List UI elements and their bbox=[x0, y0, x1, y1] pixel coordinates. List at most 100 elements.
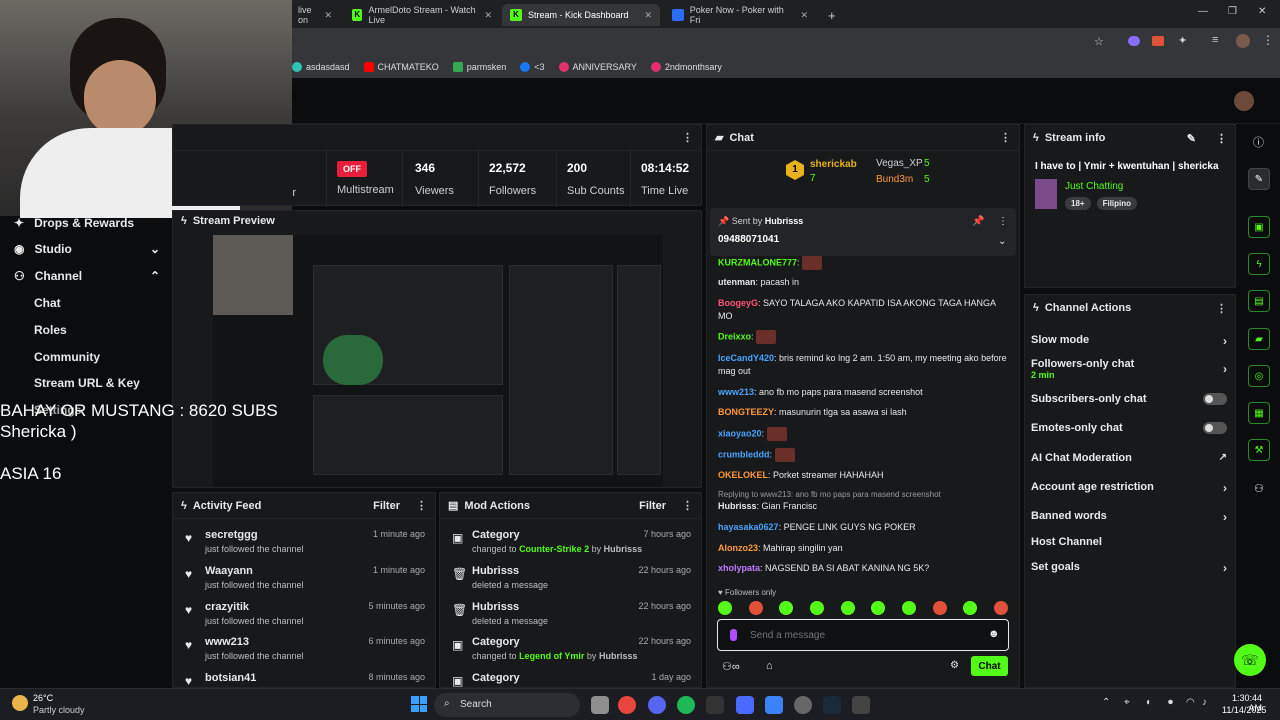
mod-user[interactable]: Hubrisss bbox=[604, 544, 643, 554]
bookmark[interactable]: 2ndmonthsary bbox=[650, 62, 722, 72]
chat-input[interactable] bbox=[750, 627, 970, 643]
windows-start-icon[interactable] bbox=[411, 696, 427, 712]
account-age-row[interactable]: Account age restriction › bbox=[1031, 481, 1227, 495]
activity-user[interactable]: www213 bbox=[205, 636, 249, 648]
more-icon[interactable]: ⋮ bbox=[682, 499, 693, 512]
send-chat-button[interactable]: Chat bbox=[971, 656, 1008, 676]
rail-video-icon[interactable]: ▦ bbox=[1248, 402, 1270, 424]
chat-user[interactable]: OKELOKEL bbox=[718, 470, 768, 480]
filter-button[interactable]: Filter bbox=[639, 500, 666, 512]
emote-icon[interactable] bbox=[748, 601, 763, 615]
emote-icon[interactable] bbox=[963, 601, 978, 615]
activity-user[interactable]: crazyitik bbox=[205, 601, 249, 613]
minimize-icon[interactable]: — bbox=[1198, 6, 1208, 17]
bookmark[interactable]: <3 bbox=[520, 62, 545, 72]
emotes-only-row[interactable]: Emotes-only chat bbox=[1031, 422, 1227, 434]
star-icon[interactable]: ☆ bbox=[1094, 35, 1104, 48]
steam-icon[interactable] bbox=[823, 696, 841, 714]
volume-icon[interactable]: ♪ bbox=[1202, 697, 1207, 708]
chat-user[interactable]: Dreixxo bbox=[718, 331, 751, 341]
bookmark[interactable]: ANNIVERSARY bbox=[558, 62, 637, 72]
task-view-icon[interactable] bbox=[591, 696, 609, 714]
sidebar-item-drops[interactable]: ✦ Drops & Rewards bbox=[14, 216, 134, 230]
user-avatar[interactable] bbox=[1234, 91, 1254, 111]
subscribers-only-toggle[interactable] bbox=[1203, 393, 1227, 405]
edit-layout-icon[interactable]: ✎ bbox=[1248, 168, 1270, 190]
close-icon[interactable]: ✕ bbox=[484, 10, 492, 21]
taskbar-search[interactable]: ⌕ Search bbox=[434, 693, 580, 717]
tag[interactable]: Filipino bbox=[1096, 197, 1138, 210]
bookmark[interactable]: asdasdasd bbox=[292, 62, 350, 72]
leader-name[interactable]: Bund3m bbox=[876, 174, 913, 185]
chat-user[interactable]: www213 bbox=[718, 387, 754, 397]
media-icon[interactable]: ≡ bbox=[1212, 34, 1218, 46]
browser-tab[interactable]: Poker Now - Poker with Fri ✕ bbox=[664, 4, 816, 26]
wifi-icon[interactable]: ◠ bbox=[1186, 697, 1195, 708]
browser-tab[interactable]: K ArmelDoto Stream - Watch Live ✕ bbox=[344, 4, 500, 26]
extension-icon[interactable] bbox=[1152, 36, 1164, 46]
tag[interactable]: 18+ bbox=[1065, 197, 1091, 210]
profile-avatar[interactable] bbox=[1236, 34, 1250, 48]
new-tab-button[interactable]: + bbox=[820, 4, 844, 26]
chat-user[interactable]: BONGTEEZY bbox=[718, 407, 774, 417]
chevron-up-icon[interactable]: ⌃ bbox=[1102, 697, 1110, 708]
emoji-icon[interactable]: ☻ bbox=[988, 628, 1000, 640]
category-link[interactable]: Just Chatting bbox=[1065, 181, 1123, 192]
close-icon[interactable]: ✕ bbox=[800, 10, 808, 21]
sidebar-item-community[interactable]: Community bbox=[34, 350, 100, 364]
rail-notes-icon[interactable]: ▤ bbox=[1248, 290, 1270, 312]
chat-user[interactable]: IceCandY420 bbox=[718, 353, 774, 363]
close-window-icon[interactable]: ✕ bbox=[1258, 6, 1266, 17]
emote-icon[interactable] bbox=[779, 601, 794, 615]
activity-user[interactable]: secretggg bbox=[205, 529, 258, 541]
emote-icon[interactable] bbox=[718, 601, 732, 615]
activity-user[interactable]: Waayann bbox=[205, 565, 253, 577]
chat-user[interactable]: Hubrisss bbox=[718, 501, 757, 511]
pinned-message[interactable]: 📌 Sent by Hubrisss 09488071041 📌 ⋮ ⌄ bbox=[710, 208, 1016, 256]
users-icon[interactable]: ⚇∞ bbox=[722, 660, 740, 673]
more-icon[interactable]: ⋮ bbox=[998, 216, 1008, 227]
chat-input-box[interactable]: ☻ bbox=[717, 619, 1009, 651]
close-icon[interactable]: ✕ bbox=[324, 10, 332, 21]
close-icon[interactable]: ✕ bbox=[644, 10, 652, 21]
subscribers-only-row[interactable]: Subscribers-only chat bbox=[1031, 393, 1227, 405]
chevron-down-icon[interactable]: ⌄ bbox=[998, 236, 1006, 247]
chat-user[interactable]: BoogeyG bbox=[718, 298, 758, 308]
browser-tab-active[interactable]: K Stream - Kick Dashboard ✕ bbox=[502, 4, 660, 26]
edit-icon[interactable]: ✎ bbox=[1187, 132, 1196, 145]
host-channel-row[interactable]: Host Channel bbox=[1031, 536, 1227, 548]
obs-icon[interactable] bbox=[794, 696, 812, 714]
slow-mode-row[interactable]: Slow mode › bbox=[1031, 334, 1227, 348]
gear-icon[interactable]: ⚙ bbox=[950, 660, 959, 671]
mod-action-name[interactable]: Hubrisss bbox=[472, 601, 519, 613]
weather-temp[interactable]: 26°C bbox=[33, 693, 53, 703]
more-icon[interactable]: ⋮ bbox=[416, 499, 427, 512]
more-icon[interactable]: ⋮ bbox=[682, 131, 693, 144]
app-tray-icon[interactable]: ◐ bbox=[1146, 697, 1152, 708]
sidebar-item-channel[interactable]: ⚇ Channel ⌃ bbox=[14, 269, 160, 283]
emote-icon[interactable] bbox=[809, 601, 824, 615]
chat-user[interactable]: crumbleddd bbox=[718, 449, 770, 459]
ai-moderation-row[interactable]: AI Chat Moderation ↗ bbox=[1031, 452, 1227, 464]
discord-icon[interactable] bbox=[648, 696, 666, 714]
sidebar-item-stream-url[interactable]: Stream URL & Key bbox=[34, 376, 140, 390]
emotes-only-toggle[interactable] bbox=[1203, 422, 1227, 434]
more-icon[interactable]: ⋮ bbox=[1216, 302, 1227, 315]
sidebar-item-chat[interactable]: Chat bbox=[34, 296, 61, 310]
mod-user[interactable]: Hubrisss bbox=[599, 651, 638, 661]
app-icon[interactable] bbox=[852, 696, 870, 714]
stream-video[interactable] bbox=[213, 235, 663, 487]
emote-icon[interactable] bbox=[871, 601, 886, 615]
leader-name[interactable]: Vegas_XP bbox=[876, 158, 923, 169]
bookmark[interactable]: CHATMATEKO bbox=[363, 62, 439, 72]
spotify-icon[interactable] bbox=[677, 696, 695, 714]
chat-user[interactable]: utenman bbox=[718, 277, 756, 287]
leader-name[interactable]: sherickab bbox=[810, 159, 857, 170]
network-icon[interactable]: ⌖ bbox=[1124, 697, 1130, 708]
app-icon[interactable] bbox=[706, 696, 724, 714]
emote-icon[interactable] bbox=[993, 601, 1008, 615]
browser-tab[interactable]: live on ✕ bbox=[290, 4, 340, 26]
chat-user[interactable]: xiaoyao20 bbox=[718, 428, 762, 438]
set-goals-row[interactable]: Set goals › bbox=[1031, 561, 1227, 575]
chat-user[interactable]: Alonzo23 bbox=[718, 543, 758, 553]
